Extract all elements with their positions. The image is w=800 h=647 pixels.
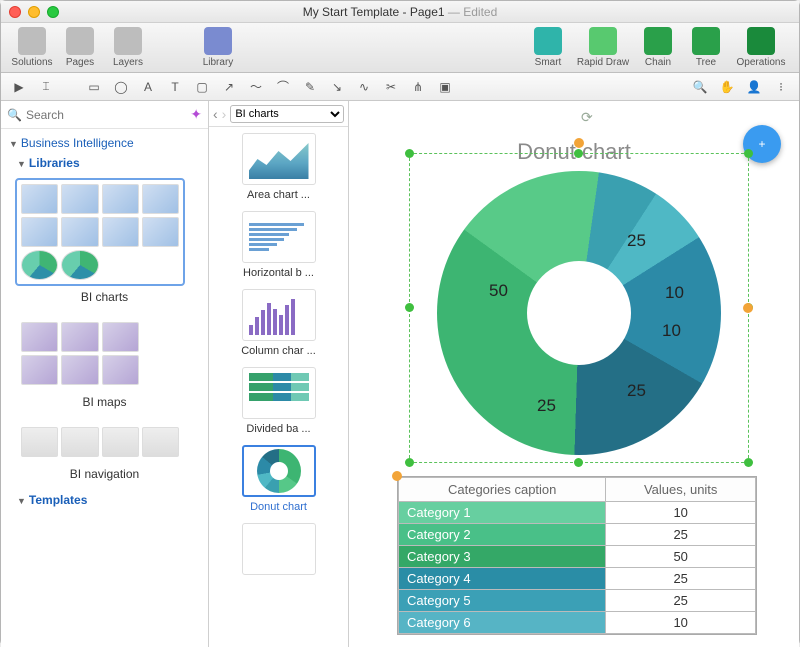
stamp-tool[interactable]: 👤 bbox=[742, 76, 766, 98]
rect-tool[interactable]: ▭ bbox=[82, 76, 106, 98]
slice-label: 10 bbox=[665, 283, 684, 303]
connector-tool[interactable]: ↘ bbox=[325, 76, 349, 98]
slice-label: 25 bbox=[627, 231, 646, 251]
lib-item-column-chart[interactable]: Column char ... bbox=[213, 289, 344, 357]
titlebar: My Start Template - Page1 — Edited bbox=[1, 1, 799, 23]
pen-tool[interactable]: ✎ bbox=[298, 76, 322, 98]
slice-label: 25 bbox=[537, 396, 556, 416]
library-panel: ‹ › BI charts Area chart ... Horizontal … bbox=[209, 101, 349, 647]
table-row[interactable]: Category 425 bbox=[399, 568, 756, 590]
curve-tool[interactable]: 〜 bbox=[244, 76, 268, 98]
resize-handle[interactable] bbox=[744, 149, 753, 158]
hand-tool[interactable]: ✋ bbox=[715, 76, 739, 98]
lib-item-horizontal-bar[interactable]: Horizontal b ... bbox=[213, 211, 344, 279]
window-title: My Start Template - Page1 — Edited bbox=[303, 4, 498, 19]
header-values: Values, units bbox=[606, 478, 756, 502]
text-select-tool[interactable]: ⌶ bbox=[34, 76, 58, 98]
section-templates[interactable]: ▼Templates bbox=[1, 489, 208, 511]
lib-item-divided-bar[interactable]: Divided ba ... bbox=[213, 367, 344, 435]
layers-button[interactable]: Layers bbox=[105, 25, 151, 70]
section-business-intelligence[interactable]: ▼Business Intelligence bbox=[1, 129, 208, 152]
textbox-tool[interactable]: T bbox=[163, 76, 187, 98]
callout-tool[interactable]: ▢ bbox=[190, 76, 214, 98]
slice-label: 10 bbox=[662, 321, 681, 341]
scissors-tool[interactable]: ✂ bbox=[379, 76, 403, 98]
lib-item-area-chart[interactable]: Area chart ... bbox=[213, 133, 344, 201]
table-row[interactable]: Category 225 bbox=[399, 524, 756, 546]
library-bi-maps[interactable]: BI maps bbox=[1, 312, 208, 417]
search-input[interactable] bbox=[26, 108, 186, 122]
main-toolbar: Solutions Pages Layers Library Smart Rap… bbox=[1, 23, 799, 73]
chart-data-table[interactable]: Categories caption Values, units Categor… bbox=[397, 476, 757, 635]
window-controls bbox=[9, 6, 59, 18]
minimize-window-button[interactable] bbox=[28, 6, 40, 18]
refresh-icon[interactable]: ⟳ bbox=[581, 109, 593, 126]
table-rotate-handle[interactable] bbox=[392, 471, 402, 481]
magic-wand-icon[interactable]: ✦ bbox=[190, 106, 202, 123]
slice-label: 25 bbox=[627, 381, 646, 401]
eyedropper-tool[interactable]: ⁝ bbox=[769, 76, 793, 98]
lib-item-more[interactable] bbox=[213, 523, 344, 575]
arc-tool[interactable]: ⌒ bbox=[271, 76, 295, 98]
table-row[interactable]: Category 610 bbox=[399, 612, 756, 634]
rotate-handle[interactable] bbox=[743, 303, 753, 313]
solutions-button[interactable]: Solutions bbox=[9, 25, 55, 70]
resize-handle[interactable] bbox=[574, 458, 583, 467]
section-libraries[interactable]: ▼Libraries bbox=[1, 152, 208, 174]
resize-handle[interactable] bbox=[574, 149, 583, 158]
solutions-sidebar: 🔍 ✦ ▼Business Intelligence ▼Libraries BI… bbox=[1, 101, 209, 647]
slice-label: 50 bbox=[489, 281, 508, 301]
resize-handle[interactable] bbox=[405, 458, 414, 467]
lib-fwd-icon[interactable]: › bbox=[222, 106, 227, 122]
search-row: 🔍 ✦ bbox=[1, 101, 208, 129]
donut-chart[interactable]: 50 25 10 10 25 25 bbox=[437, 171, 721, 455]
table-row[interactable]: Category 525 bbox=[399, 590, 756, 612]
library-bi-charts[interactable]: BI charts bbox=[1, 174, 208, 312]
lib-item-donut-chart[interactable]: Donut chart bbox=[213, 445, 344, 513]
resize-handle[interactable] bbox=[405, 303, 414, 312]
zoom-window-button[interactable] bbox=[47, 6, 59, 18]
header-categories: Categories caption bbox=[399, 478, 606, 502]
close-window-button[interactable] bbox=[9, 6, 21, 18]
search-icon: 🔍 bbox=[7, 108, 22, 122]
zoom-tool[interactable]: 🔍 bbox=[688, 76, 712, 98]
table-header-row: Categories caption Values, units bbox=[399, 478, 756, 502]
line-tool[interactable]: ↗ bbox=[217, 76, 241, 98]
table-row[interactable]: Category 110 bbox=[399, 502, 756, 524]
rapid-draw-button[interactable]: Rapid Draw bbox=[573, 25, 633, 70]
pointer-tool[interactable]: ▶ bbox=[7, 76, 31, 98]
rotate-handle[interactable] bbox=[574, 138, 584, 148]
ellipse-tool[interactable]: ◯ bbox=[109, 76, 133, 98]
lib-back-icon[interactable]: ‹ bbox=[213, 106, 218, 122]
picture-tool[interactable]: ▣ bbox=[433, 76, 457, 98]
library-bi-navigation[interactable]: BI navigation bbox=[1, 417, 208, 489]
node-tool[interactable]: ⋔ bbox=[406, 76, 430, 98]
canvas[interactable]: ⟳ + Donut chart 50 25 10 10 25 25 bbox=[349, 101, 799, 647]
library-button[interactable]: Library bbox=[195, 25, 241, 70]
resize-handle[interactable] bbox=[405, 149, 414, 158]
shape-toolbar: ▶ ⌶ ▭ ◯ A T ▢ ↗ 〜 ⌒ ✎ ↘ ∿ ✂ ⋔ ▣ 🔍 ✋ 👤 ⁝ bbox=[1, 73, 799, 101]
operations-button[interactable]: Operations bbox=[731, 25, 791, 70]
bezier-tool[interactable]: ∿ bbox=[352, 76, 376, 98]
smart-button[interactable]: Smart bbox=[525, 25, 571, 70]
pages-button[interactable]: Pages bbox=[57, 25, 103, 70]
tree-button[interactable]: Tree bbox=[683, 25, 729, 70]
chain-button[interactable]: Chain bbox=[635, 25, 681, 70]
resize-handle[interactable] bbox=[744, 458, 753, 467]
text-tool[interactable]: A bbox=[136, 76, 160, 98]
table-row[interactable]: Category 350 bbox=[399, 546, 756, 568]
library-selector[interactable]: BI charts bbox=[230, 105, 344, 123]
